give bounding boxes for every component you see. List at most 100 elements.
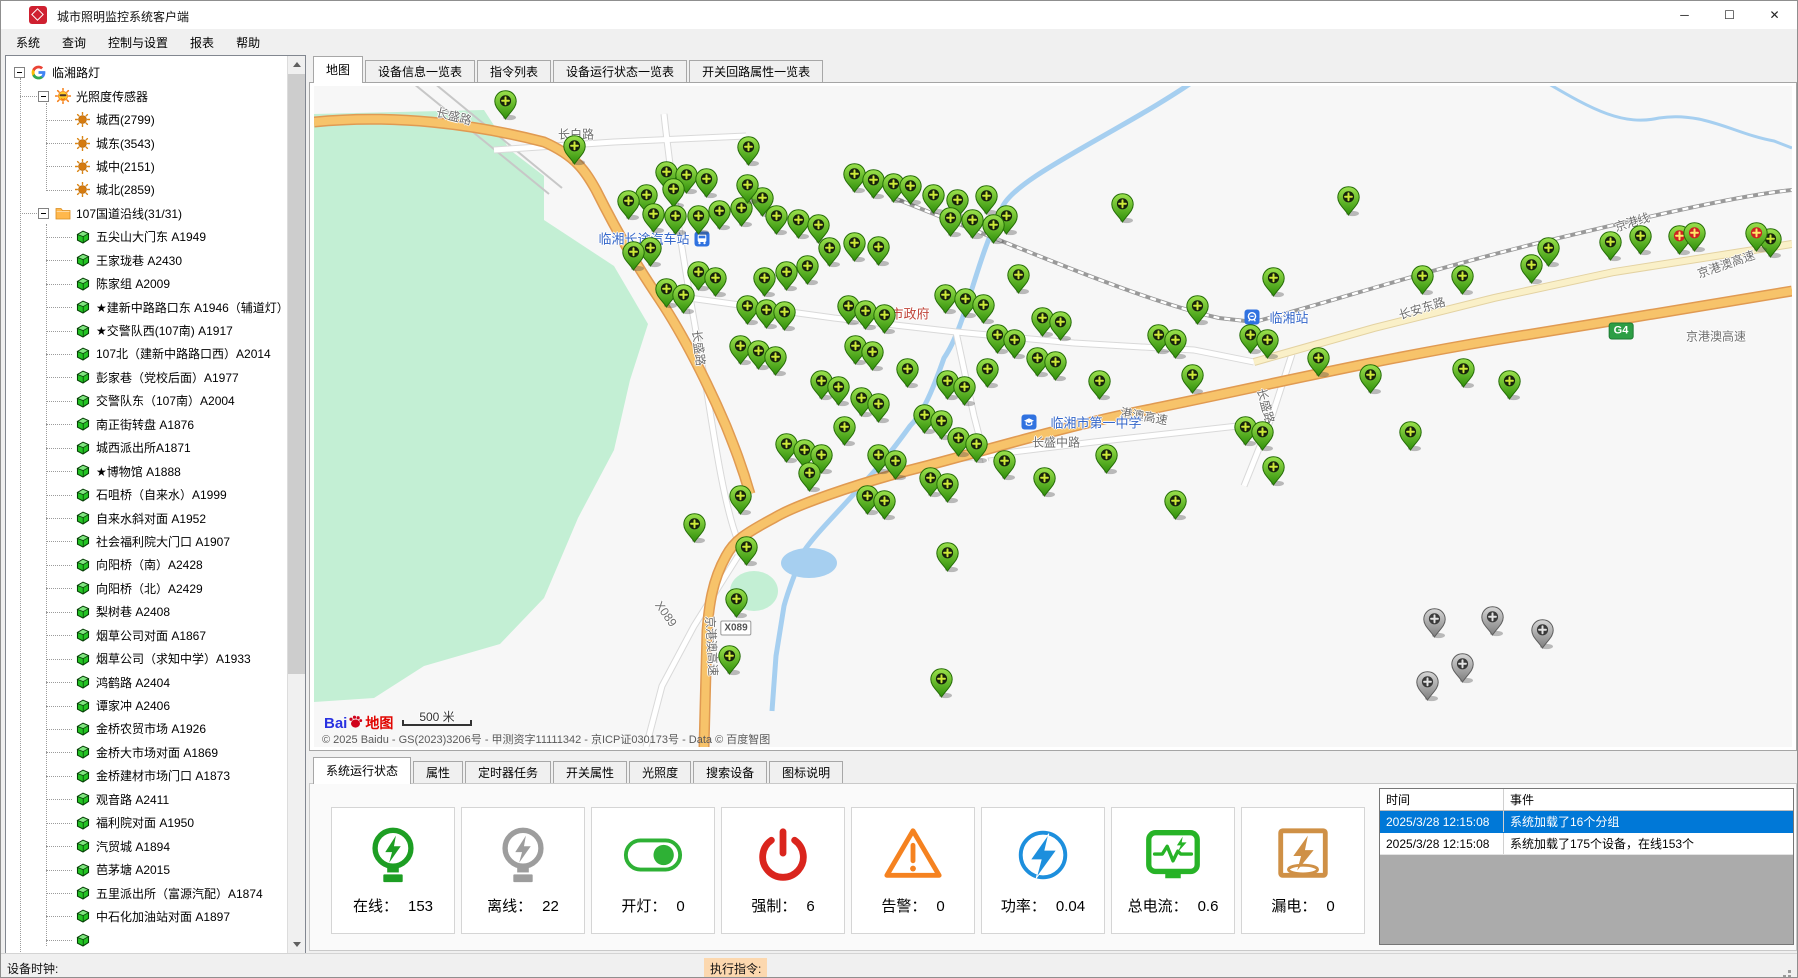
map-marker-green[interactable]: [775, 261, 798, 292]
map-marker-green[interactable]: [1451, 265, 1474, 296]
tree-item-sensor[interactable]: 城中(2151): [6, 155, 288, 178]
map-marker-green[interactable]: [976, 358, 999, 389]
map-marker-green[interactable]: [961, 209, 984, 240]
map-canvas[interactable]: 长白路长盛路长盛路长安东路京港线京港澳高速京港澳高速长盛中路港澳高速长盛路京港澳…: [314, 86, 1792, 747]
tree-root[interactable]: 临湘路灯: [6, 61, 288, 84]
tree-item-device[interactable]: 中石化加油站对面 A1897: [6, 905, 288, 928]
map-marker-green[interactable]: [1007, 264, 1030, 295]
bottom-tab-2[interactable]: 定时器任务: [465, 761, 551, 784]
map-marker-green[interactable]: [827, 376, 850, 407]
map-marker-green[interactable]: [1111, 193, 1134, 224]
map-marker-green[interactable]: [753, 267, 776, 298]
map-marker-green[interactable]: [563, 135, 586, 166]
map-marker-green[interactable]: [1599, 231, 1622, 262]
event-log-row[interactable]: 2025/3/28 12:15:08系统加载了175个设备，在线153个: [1380, 833, 1793, 855]
map-marker-green[interactable]: [704, 267, 727, 298]
map-marker-green[interactable]: [796, 255, 819, 286]
tree-item-device[interactable]: 观音路 A2411: [6, 788, 288, 811]
map-marker-green[interactable]: [867, 393, 890, 424]
map-marker-green[interactable]: [642, 203, 665, 234]
main-tab-0[interactable]: 地图: [313, 56, 363, 83]
scroll-up-icon[interactable]: [288, 56, 305, 73]
map-marker-green[interactable]: [708, 200, 731, 231]
map-marker-green[interactable]: [972, 294, 995, 325]
map-marker-green[interactable]: [725, 588, 748, 619]
title-bar[interactable]: 城市照明监控系统客户端 ─ ☐ ✕: [1, 1, 1797, 29]
map-marker-gray[interactable]: [1531, 619, 1554, 650]
map-marker-green[interactable]: [773, 301, 796, 332]
bottom-tab-1[interactable]: 属性: [413, 761, 463, 784]
bottom-tab-0[interactable]: 系统运行状态: [313, 757, 411, 784]
tree-group-sensors[interactable]: 光照度传感器: [6, 84, 288, 107]
map-marker-green[interactable]: [765, 205, 788, 236]
map-marker-green[interactable]: [896, 358, 919, 389]
map-marker-green[interactable]: [494, 90, 517, 121]
tree-item-sensor[interactable]: 城北(2859): [6, 178, 288, 201]
main-tab-3[interactable]: 设备运行状态一览表: [553, 60, 687, 83]
map-marker-green[interactable]: [899, 175, 922, 206]
collapse-icon[interactable]: [38, 91, 49, 102]
tree-item-sensor[interactable]: 城东(3543): [6, 131, 288, 154]
event-log-row[interactable]: 2025/3/28 12:15:08系统加载了16个分组: [1380, 811, 1793, 833]
map-marker-green[interactable]: [687, 205, 710, 236]
tree-item-device[interactable]: 五里派出所（富源汽配）A1874: [6, 881, 288, 904]
collapse-icon[interactable]: [14, 67, 25, 78]
main-tab-2[interactable]: 指令列表: [477, 60, 551, 83]
tree-item-device[interactable]: 向阳桥（北）A2429: [6, 577, 288, 600]
tree-item-device[interactable]: 汽贸城 A1894: [6, 834, 288, 857]
map-marker-gray[interactable]: [1451, 653, 1474, 684]
map-marker-green[interactable]: [884, 450, 907, 481]
map-marker-green[interactable]: [1359, 364, 1382, 395]
bottom-tab-4[interactable]: 光照度: [629, 761, 691, 784]
map-marker-green[interactable]: [798, 462, 821, 493]
collapse-icon[interactable]: [38, 208, 49, 219]
tree-item-device[interactable]: ★交警队西(107南) A1917: [6, 319, 288, 342]
tree-item-device[interactable]: 五尖山大门东 A1949: [6, 225, 288, 248]
map-marker-green[interactable]: [1164, 329, 1187, 360]
tree-item-device[interactable]: 石咀桥（自来水）A1999: [6, 483, 288, 506]
map-marker-gray[interactable]: [1481, 606, 1504, 637]
tree-item-device[interactable]: 城西派出所A1871: [6, 436, 288, 459]
map-marker-green[interactable]: [1256, 329, 1279, 360]
scroll-down-icon[interactable]: [288, 936, 305, 953]
tree-item-device[interactable]: 彭家巷（党校后面）A1977: [6, 366, 288, 389]
map-marker-green[interactable]: [1337, 186, 1360, 217]
map-marker-green[interactable]: [622, 241, 645, 272]
map-marker-green[interactable]: [1307, 347, 1330, 378]
map-marker-green[interactable]: [695, 168, 718, 199]
map-marker-green[interactable]: [953, 376, 976, 407]
tree-item-device[interactable]: 鸿鹤路 A2404: [6, 670, 288, 693]
tree-item-device[interactable]: 金桥农贸市场 A1926: [6, 717, 288, 740]
map-marker-green[interactable]: [930, 668, 953, 699]
tree-item-device[interactable]: ★建新中路路口东 A1946（辅道灯）: [6, 295, 288, 318]
map-marker-green[interactable]: [1452, 358, 1475, 389]
tree-item-device[interactable]: 梨树巷 A2408: [6, 600, 288, 623]
map-marker-green[interactable]: [833, 416, 856, 447]
resize-grip[interactable]: [1788, 970, 1791, 973]
map-marker-green[interactable]: [1003, 329, 1026, 360]
tree-item-device[interactable]: 金桥大市场对面 A1869: [6, 741, 288, 764]
map-marker-green[interactable]: [1049, 311, 1072, 342]
map-marker-green[interactable]: [936, 542, 959, 573]
bottom-tab-5[interactable]: 搜索设备: [693, 761, 767, 784]
map-marker-green[interactable]: [1498, 370, 1521, 401]
minimize-icon[interactable]: ─: [1662, 1, 1707, 29]
map-marker-green[interactable]: [764, 346, 787, 377]
map-marker-green[interactable]: [736, 174, 759, 205]
map-marker-green[interactable]: [1044, 351, 1067, 382]
tree-item-device[interactable]: 交警队东（107南）A2004: [6, 389, 288, 412]
tree-item-device[interactable]: 王家珑巷 A2430: [6, 249, 288, 272]
map-marker-green[interactable]: [936, 473, 959, 504]
map-marker-green[interactable]: [873, 490, 896, 521]
tree-item-device[interactable]: 金桥建材市场门口 A1873: [6, 764, 288, 787]
tree-item-device[interactable]: [6, 928, 288, 951]
map-marker-green[interactable]: [1251, 421, 1274, 452]
map-marker-green[interactable]: [1399, 421, 1422, 452]
map-marker-green[interactable]: [1095, 444, 1118, 475]
menu-item-3[interactable]: 报表: [179, 30, 225, 55]
map-marker-gray[interactable]: [1416, 671, 1439, 702]
map-marker-green[interactable]: [672, 284, 695, 315]
tree-item-device[interactable]: 芭茅塘 A2015: [6, 858, 288, 881]
map-marker-green[interactable]: [861, 341, 884, 372]
main-tab-4[interactable]: 开关回路属性一览表: [689, 60, 823, 83]
